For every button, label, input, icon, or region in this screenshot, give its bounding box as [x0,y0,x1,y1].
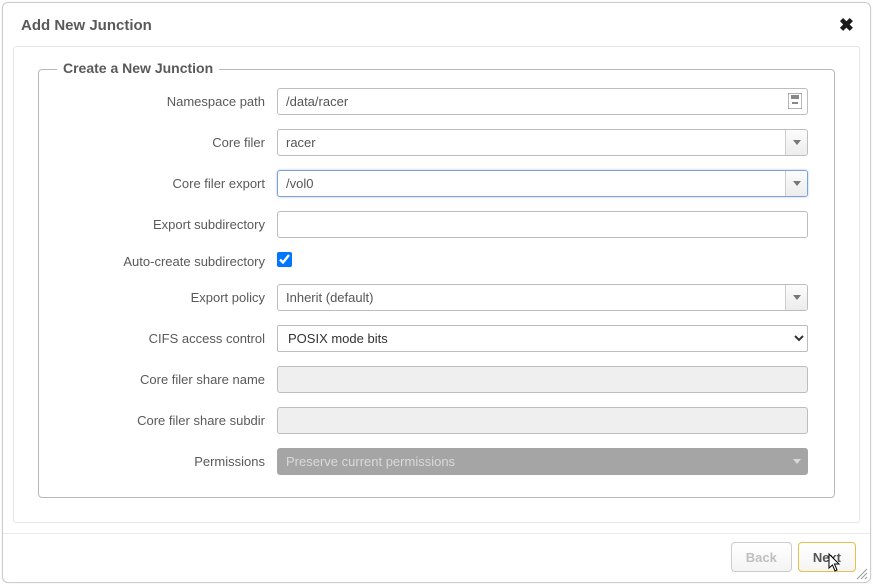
control-export-policy: Inherit (default) [277,284,808,311]
core-filer-value: racer [278,130,785,155]
control-namespace-path [277,88,808,115]
control-export-subdirectory [277,211,808,238]
control-core-filer-share-subdir [277,407,808,434]
export-subdirectory-input[interactable] [277,211,808,238]
chevron-down-icon [785,171,807,196]
row-namespace-path: Namespace path [65,88,808,115]
label-namespace-path: Namespace path [65,94,277,109]
export-policy-value: Inherit (default) [278,285,785,310]
label-core-filer: Core filer [65,135,277,150]
row-auto-create-subdir: Auto-create subdirectory [65,252,808,270]
row-core-filer-share-name: Core filer share name [65,366,808,393]
row-core-filer: Core filer racer [65,129,808,156]
save-path-icon[interactable] [788,93,802,109]
control-auto-create-subdir [277,252,808,270]
label-core-filer-share-name: Core filer share name [65,372,277,387]
label-permissions: Permissions [65,454,277,469]
fieldset-legend: Create a New Junction [57,60,219,76]
dialog-body: Create a New Junction Namespace path Cor… [3,46,870,533]
row-permissions: Permissions Preserve current permissions [65,448,808,475]
control-permissions: Preserve current permissions [277,448,808,475]
control-cifs-access-control: POSIX mode bits [277,325,808,352]
create-junction-fieldset: Create a New Junction Namespace path Cor… [38,69,835,498]
core-filer-export-value: /vol0 [278,171,785,196]
label-auto-create-subdir: Auto-create subdirectory [65,254,277,269]
content-panel: Create a New Junction Namespace path Cor… [13,46,860,523]
dialog-title: Add New Junction [21,17,152,34]
cifs-access-control-select[interactable]: POSIX mode bits [277,325,808,352]
label-export-subdirectory: Export subdirectory [65,217,277,232]
resize-grip-icon[interactable] [854,566,868,580]
add-junction-dialog: Add New Junction ✖ Create a New Junction… [2,2,871,583]
export-policy-select[interactable]: Inherit (default) [277,284,808,311]
row-core-filer-share-subdir: Core filer share subdir [65,407,808,434]
permissions-value: Preserve current permissions [278,449,785,474]
core-filer-select[interactable]: racer [277,129,808,156]
control-core-filer-share-name [277,366,808,393]
next-button[interactable]: Next [798,542,856,572]
chevron-down-icon [785,449,807,474]
row-export-subdirectory: Export subdirectory [65,211,808,238]
chevron-down-icon [785,285,807,310]
dialog-header: Add New Junction ✖ [3,3,870,46]
row-cifs-access-control: CIFS access control POSIX mode bits [65,325,808,352]
label-export-policy: Export policy [65,290,277,305]
label-cifs-access-control: CIFS access control [65,331,277,346]
namespace-path-input[interactable] [277,88,808,115]
back-button: Back [731,542,792,572]
label-core-filer-share-subdir: Core filer share subdir [65,413,277,428]
dialog-footer: Back Next [3,533,870,582]
row-export-policy: Export policy Inherit (default) [65,284,808,311]
auto-create-subdir-checkbox[interactable] [277,252,292,267]
chevron-down-icon [785,130,807,155]
permissions-select: Preserve current permissions [277,448,808,475]
core-filer-export-select[interactable]: /vol0 [277,170,808,197]
core-filer-share-subdir-input [277,407,808,434]
close-icon[interactable]: ✖ [839,15,854,36]
control-core-filer: racer [277,129,808,156]
core-filer-share-name-input [277,366,808,393]
row-core-filer-export: Core filer export /vol0 [65,170,808,197]
label-core-filer-export: Core filer export [65,176,277,191]
control-core-filer-export: /vol0 [277,170,808,197]
